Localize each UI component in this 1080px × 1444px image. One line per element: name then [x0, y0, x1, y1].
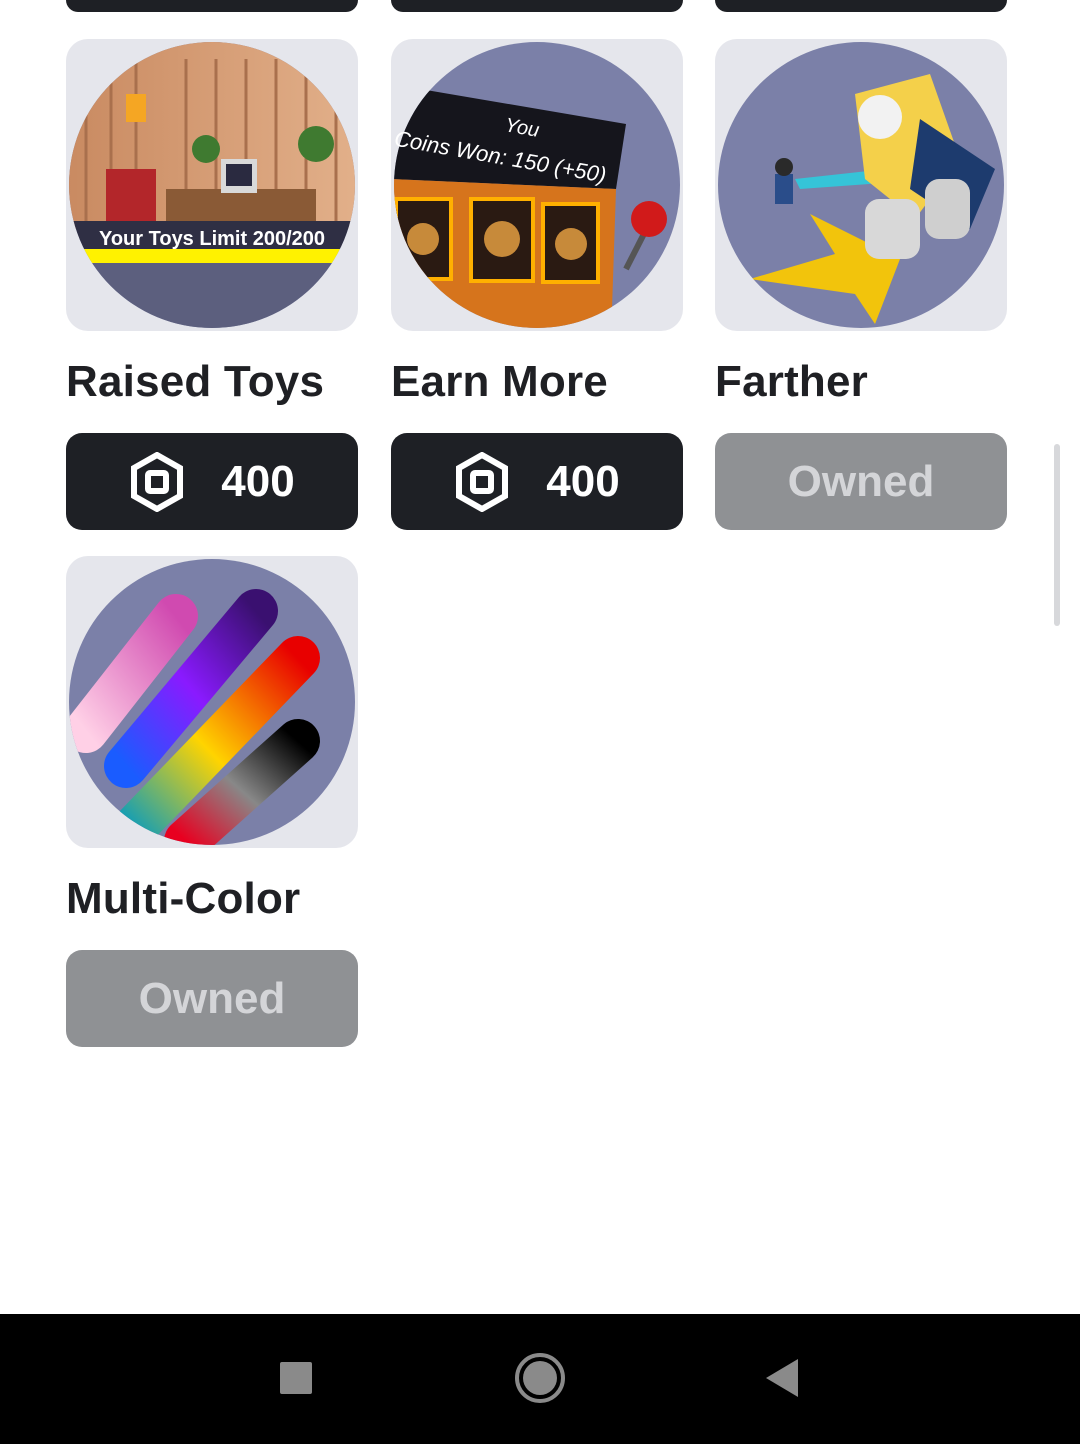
item-thumbnail[interactable]: You Coins Won: 150 (+50) [391, 39, 683, 331]
item-thumbnail[interactable]: Your Toys Limit 200/200 [66, 39, 358, 331]
farther-image [718, 42, 1004, 328]
back-button[interactable] [750, 1346, 814, 1410]
system-navigation-bar [0, 1314, 1080, 1444]
previous-row-button[interactable] [391, 0, 683, 12]
shop-item-farther[interactable]: Farther Owned [715, 39, 1007, 530]
item-thumbnail[interactable] [715, 39, 1007, 331]
home-button[interactable] [508, 1346, 572, 1410]
shop-item-earn-more[interactable]: You Coins Won: 150 (+50) Earn More 400 [391, 39, 683, 530]
toys-limit-text: Your Toys Limit 200/200 [99, 228, 325, 250]
circle-icon [515, 1353, 565, 1403]
buy-button[interactable]: 400 [391, 433, 683, 530]
robux-icon [129, 451, 185, 512]
earn-more-image: You Coins Won: 150 (+50) [392, 42, 680, 328]
previous-row-button[interactable] [66, 0, 358, 12]
item-title: Farther [715, 357, 868, 406]
buy-button[interactable]: 400 [66, 433, 358, 530]
price-label: 400 [221, 456, 295, 506]
item-title: Earn More [391, 357, 608, 406]
robux-icon [454, 451, 510, 512]
item-thumbnail[interactable] [66, 556, 358, 848]
recents-button[interactable] [264, 1346, 328, 1410]
item-title: Raised Toys [66, 357, 325, 406]
triangle-back-icon [766, 1359, 798, 1397]
previous-row-button[interactable] [715, 0, 1007, 12]
scrollbar[interactable] [1054, 444, 1060, 626]
shop-item-multi-color[interactable]: Multi-Color Owned [66, 556, 358, 1047]
owned-button: Owned [715, 433, 1007, 530]
square-icon [280, 1362, 312, 1394]
price-label: 400 [546, 456, 620, 506]
raised-toys-image: Your Toys Limit 200/200 [69, 42, 355, 328]
shop-item-raised-toys[interactable]: Your Toys Limit 200/200 Raised Toys 400 [66, 39, 358, 530]
item-title: Multi-Color [66, 874, 301, 923]
owned-button: Owned [66, 950, 358, 1047]
multi-color-image [69, 559, 355, 845]
